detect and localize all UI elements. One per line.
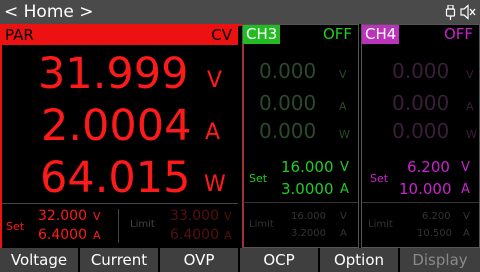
ch3-header: CH3 OFF [243, 25, 358, 44]
par-mode-badge: CV [211, 26, 232, 44]
par-limit-voltage-unit: V [224, 210, 232, 223]
ch4-header: CH4 OFF [362, 25, 479, 44]
par-set-voltage[interactable]: 32.000 [38, 208, 87, 224]
ch4-voltage-unit: V [466, 68, 474, 81]
home-nav-title[interactable]: < Home > [4, 2, 94, 22]
ch4-limit-voltage-unit: V [463, 211, 470, 222]
ch3-voltage-unit: V [339, 68, 347, 81]
ocp-softkey[interactable]: OCP [240, 248, 320, 272]
option-softkey[interactable]: Option [320, 248, 400, 272]
ch4-current-readout: 0.000 [392, 91, 450, 115]
ch3-current-readout: 0.000 [259, 91, 317, 115]
ch3-power-unit: W [339, 128, 350, 141]
ch3-state-badge: OFF [322, 25, 352, 43]
par-set-current-unit: A [93, 229, 101, 242]
ch3-limit-voltage-unit: V [340, 211, 347, 222]
par-voltage-unit: V [207, 68, 223, 93]
par-current-unit: A [205, 120, 221, 145]
current-softkey[interactable]: Current [80, 248, 160, 272]
par-header: PAR CV [2, 26, 238, 45]
par-set-voltage-unit: V [93, 210, 101, 223]
ch4-current-unit: A [466, 100, 474, 113]
par-divider [2, 203, 238, 204]
ch4-power-unit: W [466, 128, 477, 141]
ch4-limit-label: Limit [368, 219, 393, 230]
ch3-limit-current: 3.2000 [291, 228, 326, 239]
ch3-limit-voltage: 16.000 [291, 211, 326, 222]
ch3-voltage-readout: 0.000 [259, 59, 317, 83]
ch3-divider [243, 202, 358, 203]
ch3-set-label: Set [249, 172, 268, 185]
ch4-set-voltage[interactable]: 6.200 [407, 159, 450, 175]
par-set-label: Set [6, 220, 25, 233]
ch4-set-current-unit: A [461, 182, 470, 197]
ch3-current-unit: A [339, 100, 347, 113]
par-voltage-readout: 31.999 [38, 49, 189, 99]
ch3-set-voltage[interactable]: 16.000 [281, 159, 334, 175]
ch3-limit-current-unit: A [340, 228, 347, 239]
par-set-current[interactable]: 6.4000 [38, 227, 87, 243]
ch4-voltage-readout: 0.000 [392, 59, 450, 83]
par-limit-label: Limit [130, 219, 155, 230]
par-limit-current: 6.4000 [170, 227, 219, 243]
ch4-tag: CH4 [362, 25, 400, 44]
ch4-state-badge: OFF [443, 25, 473, 43]
ch3-channel-panel[interactable]: CH3 OFF 0.000 V 0.000 A 0.000 W Set 16.0… [242, 24, 359, 248]
ch4-limit-current-unit: A [463, 228, 470, 239]
ch4-set-label: Set [370, 172, 389, 185]
display-softkey[interactable]: Display [400, 248, 480, 272]
par-limit-voltage: 33.000 [170, 208, 219, 224]
par-channel-panel[interactable]: PAR CV 31.999 V 2.0004 A 64.015 W Set 32… [0, 24, 244, 252]
voltage-softkey[interactable]: Voltage [0, 248, 80, 272]
ch3-tag: CH3 [243, 25, 281, 44]
ch4-divider [362, 202, 479, 203]
ch3-limit-label: Limit [249, 219, 274, 230]
ch4-limit-voltage: 6.200 [422, 211, 451, 222]
ch4-limit-current: 10.500 [417, 228, 452, 239]
speaker-mute-icon[interactable] [460, 4, 476, 20]
par-limit-current-unit: A [224, 229, 232, 242]
par-power-unit: W [204, 172, 226, 197]
ovp-softkey[interactable]: OVP [160, 248, 240, 272]
ch3-set-current[interactable]: 3.0000 [281, 181, 334, 197]
par-tag: PAR [2, 26, 37, 45]
ch4-set-current[interactable]: 10.000 [399, 181, 452, 197]
usb-icon [445, 5, 456, 20]
ch4-set-voltage-unit: V [461, 160, 470, 175]
ch3-power-readout: 0.000 [259, 119, 317, 143]
ch3-set-current-unit: A [340, 182, 349, 197]
par-set-limit-divider [118, 209, 119, 243]
ch4-channel-panel[interactable]: CH4 OFF 0.000 V 0.000 A 0.000 W Set 6.20… [361, 24, 480, 248]
par-power-readout: 64.015 [40, 153, 191, 203]
ch4-power-readout: 0.000 [392, 119, 450, 143]
par-current-readout: 2.0004 [41, 101, 192, 151]
ch3-set-voltage-unit: V [340, 160, 349, 175]
